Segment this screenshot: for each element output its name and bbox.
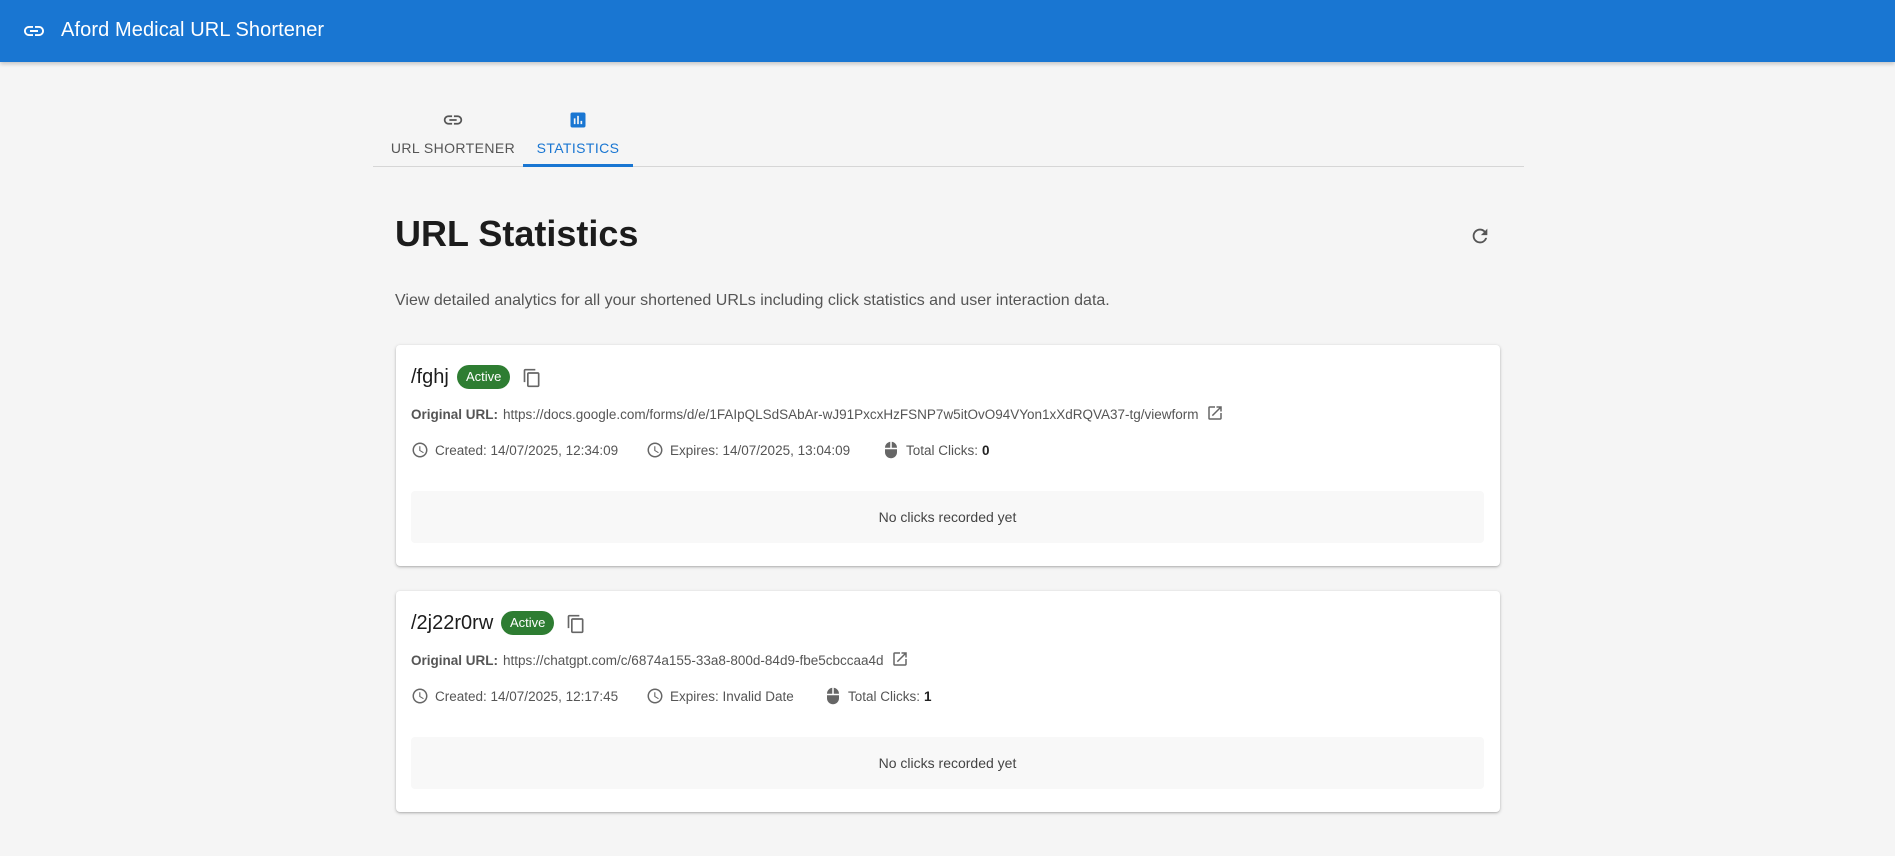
link-icon [20,17,48,45]
original-url-link[interactable]: https://docs.google.com/forms/d/e/1FAIpQ… [503,407,1199,422]
bar-chart-icon [566,108,590,132]
clicks-label: Total Clicks: [906,442,979,458]
clock-icon [412,442,428,458]
tab-bar: URL SHORTENER STATISTICS [373,96,1524,167]
no-clicks-message: No clicks recorded yet [411,737,1484,789]
tab-statistics[interactable]: STATISTICS [523,96,633,166]
open-in-new-icon[interactable] [891,650,909,668]
link-icon [441,108,465,132]
no-clicks-message: No clicks recorded yet [411,491,1484,543]
mouse-icon [885,441,897,459]
tab-url-shortener[interactable]: URL SHORTENER [383,96,523,166]
clock-icon [647,442,663,458]
expires-info: Expires: Invalid Date [646,685,794,707]
tab-label: URL SHORTENER [390,140,516,156]
created-text: Created: 14/07/2025, 12:34:09 [435,442,619,458]
tab-label: STATISTICS [536,140,620,156]
short-code: /2j22r0rw [411,612,494,634]
open-in-new-icon[interactable] [1206,404,1224,422]
expires-text: Expires: 14/07/2025, 13:04:09 [670,442,851,458]
app-bar: Aford Medical URL Shortener [0,0,1895,62]
clicks-count: 0 [982,442,990,458]
clock-icon [412,688,428,704]
refresh-icon[interactable] [1466,222,1494,250]
clock-icon [647,688,663,704]
url-card: /fghj Active Original URL: https://docs.g… [396,345,1500,566]
clicks-label: Total Clicks: [848,688,921,704]
created-info: Created: 14/07/2025, 12:17:45 [411,685,618,707]
clicks-info: Total Clicks: 0 [882,439,990,461]
url-card: /2j22r0rw Active Original URL: https://ch… [396,591,1500,812]
original-url-row: Original URL: https://docs.google.com/for… [411,406,1224,424]
short-code: /fghj [411,366,449,388]
status-badge: Active [457,365,511,389]
original-url-label: Original URL: [411,653,498,668]
copy-icon[interactable] [565,613,587,635]
copy-icon[interactable] [521,367,543,389]
created-text: Created: 14/07/2025, 12:17:45 [435,688,619,704]
active-tab-indicator [523,164,633,167]
original-url-label: Original URL: [411,407,498,422]
clicks-count: 1 [924,688,932,704]
original-url-row: Original URL: https://chatgpt.com/c/6874a… [411,652,909,670]
clicks-info: Total Clicks: 1 [824,685,932,707]
page-subtitle: View detailed analytics for all your sho… [395,292,1110,309]
created-info: Created: 14/07/2025, 12:34:09 [411,439,618,461]
page-title: URL Statistics [395,213,639,254]
app-title: Aford Medical URL Shortener [61,19,325,41]
expires-info: Expires: 14/07/2025, 13:04:09 [646,439,850,461]
status-badge: Active [501,611,555,635]
original-url-link[interactable]: https://chatgpt.com/c/6874a155-33a8-800d… [503,653,884,668]
expires-text: Expires: Invalid Date [670,688,794,704]
mouse-icon [827,687,839,705]
